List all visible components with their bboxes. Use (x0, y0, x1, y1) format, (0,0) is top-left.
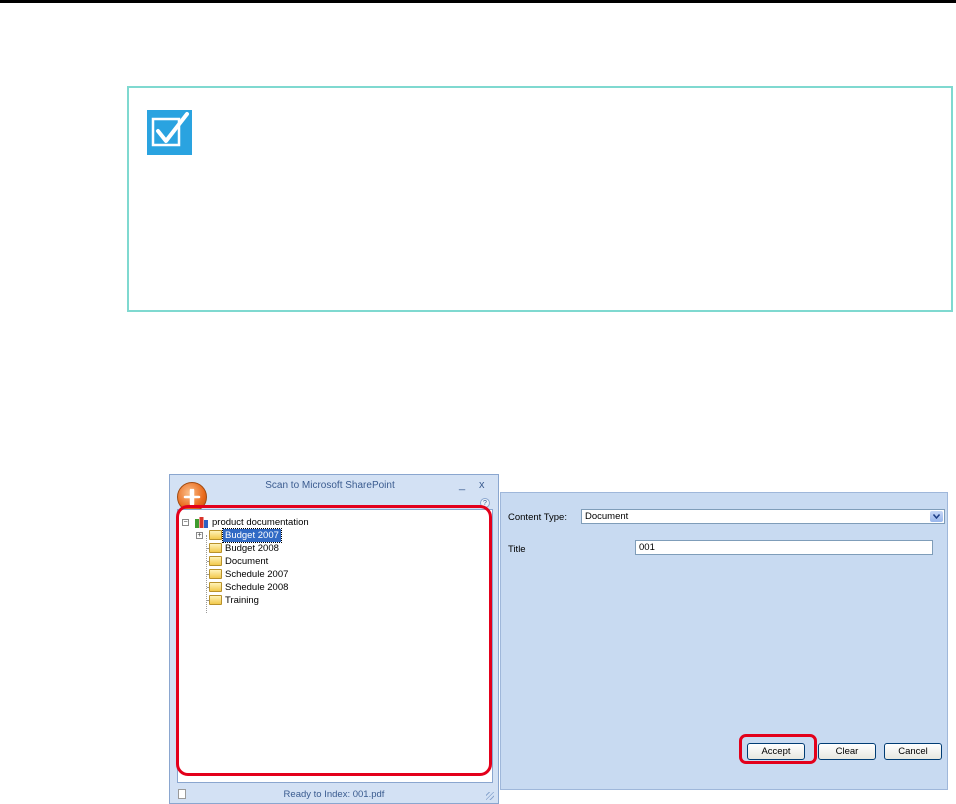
hint-box (127, 86, 953, 312)
window-title: Scan to Microsoft SharePoint (265, 480, 395, 491)
chevron-down-icon[interactable] (930, 511, 943, 522)
top-rule (0, 0, 956, 3)
title-input[interactable]: 001 (635, 540, 933, 555)
resize-grip-icon[interactable] (486, 792, 494, 800)
status-text: Ready to Index: 001.pdf (283, 789, 385, 800)
content-type-value: Document (585, 511, 629, 522)
tree-highlight (176, 505, 492, 776)
minimize-button[interactable]: _ (459, 479, 465, 491)
status-bar: Ready to Index: 001.pdf (170, 787, 498, 803)
document-icon (178, 789, 186, 799)
content-type-label: Content Type: (508, 512, 567, 523)
accept-highlight (739, 734, 817, 764)
cancel-button[interactable]: Cancel (884, 743, 942, 760)
clear-button[interactable]: Clear (818, 743, 876, 760)
title-label: Title (508, 544, 526, 555)
close-button[interactable]: x (479, 479, 485, 491)
properties-panel: Content Type: Document Title 001 Accept … (500, 492, 948, 790)
content-type-dropdown[interactable]: Document (581, 509, 945, 524)
checkmark-icon (147, 110, 192, 155)
